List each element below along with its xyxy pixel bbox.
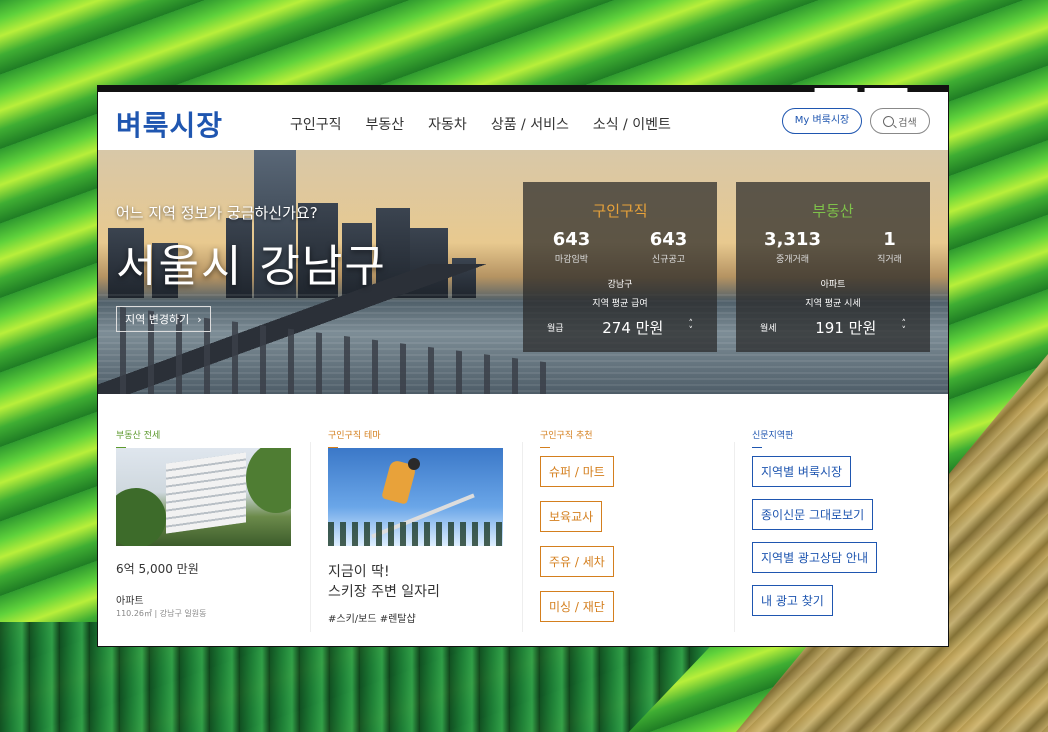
section-title: 구인구직 추천 [540, 428, 593, 448]
up-down-arrows-icon[interactable]: ˄ ˅ [689, 319, 694, 335]
section-title: 신문지역판 [752, 428, 793, 448]
stat-value: 3,313 [764, 229, 821, 250]
main-nav: 구인구직 부동산 자동차 상품 / 서비스 소식 / 이벤트 [290, 114, 671, 134]
change-region-label: 지역 변경하기 [125, 313, 190, 326]
newspaper-button-find-my-ad[interactable]: 내 광고 찾기 [752, 585, 833, 616]
site-header: 벼룩시장 구인구직 부동산 자동차 상품 / 서비스 소식 / 이벤트 My 벼… [98, 92, 948, 150]
estate-summary-panel: 부동산 3,313 중개거래 1 직거래 아파트 지역 평균 시세 월세 191… [736, 182, 930, 352]
newspaper-button-regional[interactable]: 지역별 벼룩시장 [752, 456, 852, 487]
section-title: 구인구직 테마 [328, 428, 381, 448]
section-job-theme: 구인구직 테마 지금이 딱! 스키장 주변 일자리 #스키/보드 #렌탈샵 [310, 394, 522, 646]
theme-headline-line2: 스키장 주변 일자리 [328, 584, 440, 600]
nav-item-news-events[interactable]: 소식 / 이벤트 [593, 114, 671, 134]
stat-value: 643 [649, 229, 688, 250]
newspaper-button-paper-view[interactable]: 종이신문 그대로보기 [752, 499, 874, 530]
ski-photo[interactable] [328, 448, 503, 546]
jobs-stats: 643 마감임박 643 신규공고 [523, 229, 717, 265]
section-estate-jeonse: 부동산 전세 6억 5,000 만원 아파트 110.26㎡ | 강남구 일원동 [98, 394, 310, 646]
nav-item-products-services[interactable]: 상품 / 서비스 [491, 114, 569, 134]
nav-item-real-estate[interactable]: 부동산 [366, 114, 405, 134]
estate-subtitle: 지역 평균 시세 [805, 299, 861, 309]
estate-average-price: 월세 191 만원 ˄ ˅ [760, 317, 906, 338]
listing-type: 아파트 [116, 596, 144, 607]
estate-stat-brokered[interactable]: 3,313 중개거래 [764, 229, 821, 265]
search-button[interactable]: 검색 [870, 108, 930, 134]
jobs-area: 강남구 [607, 280, 633, 290]
estate-panel-title[interactable]: 부동산 [736, 200, 930, 221]
listing-price[interactable]: 6억 5,000 만원 [116, 560, 199, 577]
browser-screen: 벼룩시장 구인구직 부동산 자동차 상품 / 서비스 소식 / 이벤트 My 벼… [98, 86, 948, 646]
hero-banner: 어느 지역 정보가 궁금하신가요? 서울시 강남구 지역 변경하기 › 구인구직… [98, 150, 948, 394]
jobs-stat-closing[interactable]: 643 마감임박 [553, 229, 591, 265]
search-icon [883, 115, 895, 127]
search-button-label: 검색 [898, 117, 917, 129]
section-newspaper: 신문지역판 지역별 벼룩시장 종이신문 그대로보기 지역별 광고상담 안내 내 … [734, 394, 946, 646]
content-sections: 부동산 전세 6억 5,000 만원 아파트 110.26㎡ | 강남구 일원동… [98, 394, 948, 646]
rent-label: 월세 [760, 324, 777, 334]
salary-value: 274 만원 [602, 319, 664, 337]
section-title: 부동산 전세 [116, 428, 160, 448]
jobs-panel-title[interactable]: 구인구직 [523, 200, 717, 221]
stat-value: 643 [552, 229, 591, 250]
chevron-right-icon: › [197, 312, 202, 326]
estate-stats: 3,313 중개거래 1 직거래 [736, 229, 930, 265]
theme-tags[interactable]: #스키/보드 #렌탈샵 [328, 610, 416, 625]
change-region-button[interactable]: 지역 변경하기 › [116, 306, 211, 332]
newspaper-button-ad-consult[interactable]: 지역별 광고상담 안내 [752, 542, 877, 573]
jobs-average-salary: 월급 274 만원 ˄ ˅ [547, 317, 693, 338]
jobs-summary-panel: 구인구직 643 마감임박 643 신규공고 강남구 지역 평균 급여 월급 2… [523, 182, 717, 352]
apartment-photo[interactable] [116, 448, 291, 546]
stat-label: 직거래 [877, 255, 902, 265]
stat-value: 1 [883, 229, 896, 250]
stat-label: 중개거래 [775, 255, 810, 265]
estate-area: 아파트 [820, 280, 846, 290]
nav-item-cars[interactable]: 자동차 [428, 114, 467, 134]
my-button[interactable]: My 벼룩시장 [782, 108, 862, 134]
site-logo[interactable]: 벼룩시장 [116, 104, 223, 144]
jobs-stat-new[interactable]: 643 신규공고 [650, 229, 688, 265]
salary-label: 월급 [547, 324, 564, 334]
recommend-button-supermarket[interactable]: 슈퍼 / 마트 [540, 456, 614, 487]
theme-headline[interactable]: 지금이 딱! 스키장 주변 일자리 [328, 562, 440, 602]
recommend-buttons: 슈퍼 / 마트 보육교사 주유 / 세차 미싱 / 재단 [540, 456, 614, 622]
recommend-button-sewing[interactable]: 미싱 / 재단 [540, 591, 614, 622]
stat-label: 마감임박 [554, 255, 589, 265]
hero-question: 어느 지역 정보가 궁금하신가요? [116, 204, 318, 222]
rent-value: 191 만원 [815, 319, 877, 337]
newspaper-buttons: 지역별 벼룩시장 종이신문 그대로보기 지역별 광고상담 안내 내 광고 찾기 [752, 456, 877, 616]
stat-label: 신규공고 [651, 255, 686, 265]
listing-address: 110.26㎡ | 강남구 일원동 [116, 609, 207, 618]
jobs-subtitle: 지역 평균 급여 [592, 299, 648, 309]
up-down-arrows-icon[interactable]: ˄ ˅ [902, 319, 907, 335]
estate-stat-direct[interactable]: 1 직거래 [877, 229, 902, 265]
recommend-button-childcare[interactable]: 보육교사 [540, 501, 603, 532]
section-job-recommend: 구인구직 추천 슈퍼 / 마트 보육교사 주유 / 세차 미싱 / 재단 [522, 394, 734, 646]
recommend-button-gas-station[interactable]: 주유 / 세차 [540, 546, 614, 577]
hero-region-title: 서울시 강남구 [116, 241, 387, 292]
nav-item-jobs[interactable]: 구인구직 [290, 114, 342, 134]
theme-headline-line1: 지금이 딱! [328, 564, 390, 580]
